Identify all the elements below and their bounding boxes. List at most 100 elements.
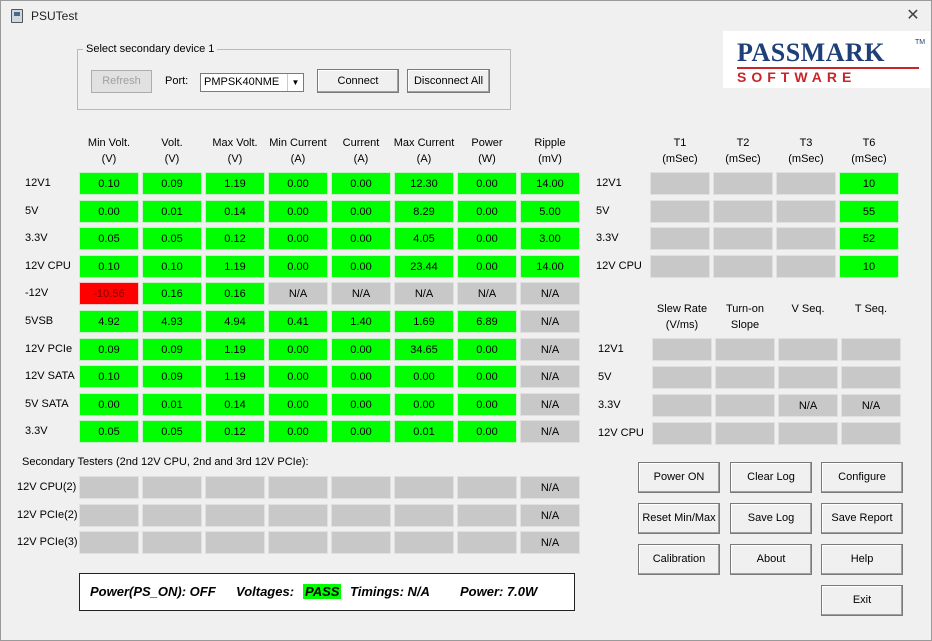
reading-cell: 0.00 <box>331 227 391 251</box>
reading-cell: 0.09 <box>142 365 202 389</box>
reading-cell <box>776 172 836 195</box>
reading-cell: 0.14 <box>205 392 265 416</box>
save-report-button[interactable]: Save Report <box>821 503 903 534</box>
column-header-unit: (A) <box>353 153 369 165</box>
reading-cell: 23.44 <box>394 254 454 278</box>
column-header-t6: T6 (mSec) <box>834 135 904 167</box>
column-header-unit: (W) <box>478 153 496 165</box>
reading-cell: N/A <box>520 531 580 554</box>
column-header-v-seq: V Seq. <box>773 301 843 317</box>
reading-cell <box>650 199 710 223</box>
reading-cell: N/A <box>520 392 580 416</box>
reading-cell <box>457 503 517 527</box>
reading-cell: 1.19 <box>205 254 265 278</box>
reading-cell <box>650 172 710 195</box>
port-select[interactable]: PMPSK40NME ▼ <box>200 73 304 92</box>
row-label-12v-cpu-2: 12V CPU(2) <box>17 481 77 493</box>
row-label-12v-cpu: 12V CPU <box>596 259 642 272</box>
logo-tm: TM <box>915 39 926 46</box>
row-label-12v1: 12V1 <box>596 177 622 189</box>
reading-cell: 1.19 <box>205 365 265 389</box>
column-header-unit: (mSec) <box>662 153 698 165</box>
chevron-down-icon[interactable]: ▼ <box>287 74 303 91</box>
reading-cell: 0.00 <box>331 365 391 389</box>
reading-cell: N/A <box>841 394 901 417</box>
disconnect-all-button[interactable]: Disconnect All <box>407 69 490 93</box>
reading-cell <box>268 531 328 554</box>
column-header-title: T6 <box>862 137 876 149</box>
row-label-12v1: 12V1 <box>25 177 51 189</box>
reading-cell <box>715 394 775 417</box>
about-button[interactable]: About <box>730 544 812 575</box>
reading-cell: 14.00 <box>520 254 580 278</box>
reading-cell: 0.09 <box>79 337 139 361</box>
power-on-button[interactable]: Power ON <box>638 462 720 493</box>
column-header-title: Min Current <box>269 137 327 149</box>
reading-cell: N/A <box>778 394 838 417</box>
clear-log-button[interactable]: Clear Log <box>730 462 812 493</box>
exit-button[interactable]: Exit <box>821 585 903 616</box>
column-header-title: T3 <box>799 137 813 149</box>
reading-cell <box>331 476 391 499</box>
column-header-ripple: Ripple (mV) <box>515 135 585 167</box>
reading-cell: 0.00 <box>394 392 454 416</box>
reading-cell <box>652 422 712 445</box>
column-header-title: T1 <box>673 137 687 149</box>
reading-cell: 55 <box>839 199 899 223</box>
save-log-button[interactable]: Save Log <box>730 503 812 534</box>
reading-cell: 3.00 <box>520 227 580 251</box>
reading-cell <box>394 503 454 527</box>
reading-cell: 0.00 <box>268 254 328 278</box>
row-label-5v-sata: 5V SATA <box>25 397 69 410</box>
reading-cell: 0.00 <box>268 199 328 223</box>
reading-cell: 10 <box>839 172 899 195</box>
configure-button[interactable]: Configure <box>821 462 903 493</box>
reading-cell: 0.00 <box>331 392 391 416</box>
reading-cell <box>457 531 517 554</box>
reset-minmax-button[interactable]: Reset Min/Max <box>638 503 720 534</box>
reading-cell: 0.00 <box>457 254 517 278</box>
reading-cell: 0.10 <box>79 172 139 195</box>
app-icon <box>11 9 23 23</box>
connect-button[interactable]: Connect <box>317 69 399 93</box>
reading-cell: 0.00 <box>457 365 517 389</box>
reading-cell <box>652 338 712 361</box>
column-header-t3: T3 (mSec) <box>771 135 841 167</box>
reading-cell: 4.94 <box>205 310 265 333</box>
reading-cell: 0.00 <box>331 199 391 223</box>
calibration-button[interactable]: Calibration <box>638 544 720 575</box>
reading-cell <box>205 531 265 554</box>
reading-cell: 14.00 <box>520 172 580 195</box>
reading-cell: 0.16 <box>205 282 265 306</box>
column-header-title: T Seq. <box>854 303 888 315</box>
reading-cell: 0.10 <box>79 365 139 389</box>
reading-cell: 10 <box>839 254 899 278</box>
row-label-5v: 5V <box>598 371 612 383</box>
column-header-unit: (mSec) <box>851 153 887 165</box>
column-header-title: Slew Rate <box>656 303 708 315</box>
column-header-t1: T1 (mSec) <box>645 135 715 167</box>
row-label-3-3v: 3.3V <box>25 425 48 438</box>
title-bar: PSUTest ✕ <box>1 1 931 31</box>
help-button[interactable]: Help <box>821 544 903 575</box>
column-header-slew-rate: Slew Rate (V/ms) <box>647 301 717 333</box>
reading-cell: N/A <box>457 282 517 306</box>
reading-cell: 0.10 <box>79 254 139 278</box>
reading-cell: 0.00 <box>268 392 328 416</box>
row-label-3-3v: 3.3V <box>598 399 621 411</box>
column-header-unit: (A) <box>290 153 306 165</box>
column-header-title: Max Current <box>393 137 455 149</box>
reading-cell <box>79 531 139 554</box>
reading-cell: 0.09 <box>142 172 202 195</box>
reading-cell: N/A <box>520 420 580 444</box>
close-icon[interactable]: ✕ <box>901 4 925 28</box>
refresh-button[interactable]: Refresh <box>91 70 152 93</box>
reading-cell: N/A <box>394 282 454 306</box>
column-header-unit: (V/ms) <box>665 319 699 331</box>
passmark-logo: PASSMARK TM SOFTWARE <box>723 31 930 88</box>
logo-wordmark: PASSMARK <box>737 38 885 67</box>
column-header-title: Min Volt. <box>87 137 131 149</box>
reading-cell: 0.00 <box>268 337 328 361</box>
row-label-12v-pcie-2: 12V PCIe(2) <box>17 508 78 521</box>
reading-cell: 0.00 <box>457 420 517 444</box>
